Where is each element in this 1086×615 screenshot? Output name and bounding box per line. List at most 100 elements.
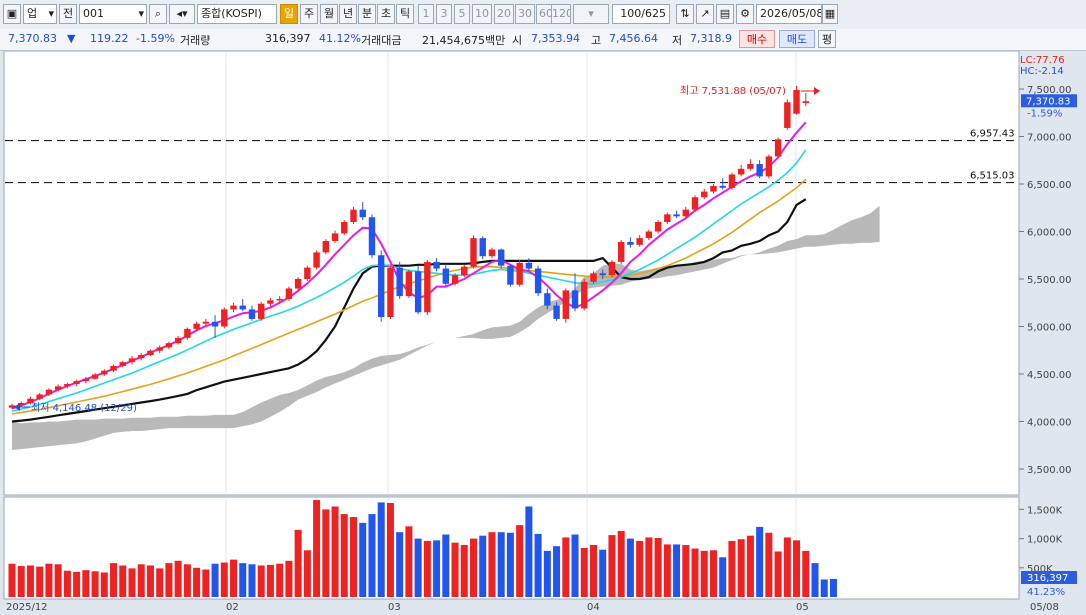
custom-interval-select[interactable]: ▾ xyxy=(573,4,609,24)
high-label: 고 xyxy=(591,34,602,47)
search-icon[interactable]: ⌕ xyxy=(149,4,167,24)
code-input[interactable]: 001 ▾ xyxy=(79,4,147,24)
volume-bar xyxy=(294,529,302,597)
candle-body xyxy=(534,268,542,294)
interval-month-button[interactable]: 월 xyxy=(320,4,338,24)
volume-bar xyxy=(156,568,164,597)
gear-icon[interactable]: ⚙ xyxy=(736,4,754,24)
candle-body xyxy=(682,209,689,217)
volume-bar xyxy=(211,563,219,597)
price-chart[interactable]: 6,957.436,515.03 LC:77.76 HC:-2.14 7,500… xyxy=(0,51,1086,615)
sell-button[interactable]: 매도 xyxy=(779,30,815,48)
candle-body xyxy=(544,293,551,306)
chevron-down-icon: ▾ xyxy=(48,7,54,20)
candle-body xyxy=(258,303,265,319)
volume-bar xyxy=(276,563,284,597)
volume-bar xyxy=(479,535,487,597)
price-tick-label: 5,000.00 xyxy=(1027,323,1072,334)
volume-bar xyxy=(673,544,681,597)
minute-120-button[interactable]: 120 xyxy=(551,4,571,24)
candle-body xyxy=(488,249,496,257)
volume-bar xyxy=(8,563,16,597)
volume-bar xyxy=(220,562,228,597)
volume-bar xyxy=(257,565,265,597)
candle-body xyxy=(101,370,108,375)
interval-minute-button[interactable]: 분 xyxy=(358,4,376,24)
chart-settings-icon[interactable]: ⇅ xyxy=(676,4,694,24)
market-select[interactable]: 업 ▾ xyxy=(23,4,57,24)
low-label: 저 xyxy=(672,34,683,47)
volume-bar xyxy=(73,571,81,597)
count-field[interactable]: 100/625 xyxy=(612,4,670,24)
candle-body xyxy=(331,233,339,241)
volume-value: 316,397 xyxy=(265,32,311,45)
candle-body xyxy=(368,217,376,256)
volume-bar xyxy=(470,538,477,597)
candle-body xyxy=(322,241,330,253)
candle-body xyxy=(304,267,311,279)
calendar-icon[interactable]: ▦ xyxy=(822,4,838,24)
volume-bar xyxy=(230,559,238,597)
volume-bar xyxy=(174,560,182,597)
volume-bar xyxy=(405,526,413,597)
interval-year-button[interactable]: 년 xyxy=(339,4,357,24)
current-price-percent: -1.59% xyxy=(1027,108,1062,119)
candle-body xyxy=(73,381,80,384)
interval-week-button[interactable]: 주 xyxy=(300,4,318,24)
evaluate-button[interactable]: 평 xyxy=(818,30,836,48)
volume-bar xyxy=(26,565,34,597)
interval-tick-button[interactable]: 틱 xyxy=(396,4,414,24)
layout-icon[interactable]: ▣ xyxy=(3,4,21,24)
volume-bar xyxy=(608,535,616,597)
minute-20-button[interactable]: 20 xyxy=(494,4,514,24)
minute-3-button[interactable]: 3 xyxy=(436,4,452,24)
volume-bar xyxy=(793,540,801,597)
trend-line-icon[interactable]: ↗ xyxy=(696,4,714,24)
candle-body xyxy=(793,89,800,114)
sound-icon[interactable]: ◂▾ xyxy=(169,4,195,24)
candle-body xyxy=(119,362,126,366)
minute-5-button[interactable]: 5 xyxy=(454,4,470,24)
minute-10-button[interactable]: 10 xyxy=(472,4,492,24)
volume-percent: 41.12% xyxy=(319,32,361,45)
candle-body xyxy=(461,266,468,276)
candle-body xyxy=(673,214,680,217)
volume-bar xyxy=(285,560,293,597)
volume-bar xyxy=(562,537,570,597)
date-field[interactable]: 2026/05/08 xyxy=(756,4,822,24)
candle-body xyxy=(294,279,302,289)
candle-body xyxy=(728,174,736,188)
interval-day-button[interactable]: 일 xyxy=(280,4,298,24)
candle-body xyxy=(156,347,163,351)
candle-body xyxy=(91,374,99,379)
volume-bar xyxy=(497,532,505,597)
buy-button[interactable]: 매수 xyxy=(739,30,775,48)
candle-body xyxy=(138,355,145,359)
candle-body xyxy=(350,209,357,222)
minute-1-button[interactable]: 1 xyxy=(418,4,434,24)
candle-body xyxy=(507,265,514,285)
volume-bar xyxy=(146,565,154,597)
candle-body xyxy=(45,389,53,395)
save-icon[interactable]: ▤ xyxy=(716,4,734,24)
volume-bar xyxy=(746,535,754,597)
candle-body xyxy=(285,288,293,299)
candle-body xyxy=(608,261,616,276)
open-label: 시 xyxy=(512,34,523,47)
candle-body xyxy=(147,350,154,355)
volume-bar xyxy=(700,550,708,597)
volume-bar xyxy=(599,549,607,597)
volume-label: 거래량 xyxy=(180,34,211,47)
price-tick-label: 6,000.00 xyxy=(1027,228,1072,239)
interval-second-button[interactable]: 초 xyxy=(377,4,395,24)
volume-bar xyxy=(36,566,44,597)
minute-30-button[interactable]: 30 xyxy=(515,4,535,24)
period-type-button[interactable]: 전 xyxy=(59,4,77,24)
volume-bar xyxy=(663,544,671,597)
price-tick-label: 3,500.00 xyxy=(1027,465,1072,476)
candle-body xyxy=(414,271,422,313)
volume-tick-label: 1,500K xyxy=(1027,505,1063,516)
volume-bar xyxy=(54,564,62,597)
volume-bar xyxy=(783,537,791,597)
volume-bar xyxy=(525,506,533,597)
